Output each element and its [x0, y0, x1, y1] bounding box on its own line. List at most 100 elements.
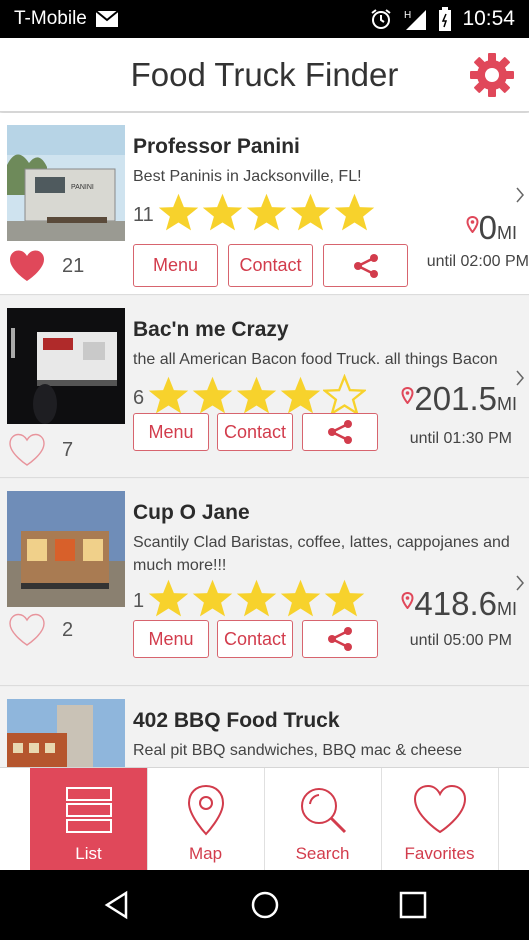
truck-name: Professor Panini	[133, 135, 300, 158]
contact-button[interactable]: Contact	[228, 244, 313, 287]
distance: 201.5MI	[401, 380, 517, 418]
truck-description: Best Paninis in Jacksonville, FL!	[133, 168, 362, 185]
tab-map[interactable]: Map	[147, 768, 265, 871]
star-empty-icon	[321, 373, 368, 417]
distance-value: 418.6	[414, 585, 497, 622]
distance-unit: MI	[497, 599, 517, 619]
distance: 418.6MI	[401, 585, 517, 623]
tab-label: Favorites	[404, 844, 475, 863]
bottom-tab-bar: List Map Search Favorites	[0, 767, 529, 871]
favorite-count: 21	[62, 254, 85, 277]
truck-card[interactable]: 402 BBQ Food Truck Real pit BBQ sandwich…	[0, 687, 529, 767]
heart-outline-icon[interactable]	[8, 433, 46, 467]
star-filled-icon	[158, 193, 198, 231]
tab-label: List	[75, 844, 102, 863]
heart-filled-icon[interactable]	[8, 249, 46, 283]
status-bar: T-Mobile H 10:54	[0, 0, 529, 38]
truck-description: Scantily Clad Baristas, coffee, lattes, …	[133, 534, 510, 574]
favorite-count: 7	[62, 438, 74, 461]
rating-count: 6	[133, 386, 145, 409]
map-pin-icon	[187, 784, 224, 836]
truck-photo	[7, 308, 125, 424]
settings-gear-icon[interactable]	[469, 52, 515, 98]
network-type-label: H	[404, 10, 411, 21]
back-icon[interactable]	[102, 890, 132, 920]
open-until: until 02:00 PM	[426, 253, 529, 270]
truck-name: Bac'n me Crazy	[133, 318, 289, 341]
chevron-right-icon[interactable]	[515, 370, 525, 386]
search-icon	[300, 788, 346, 834]
tab-favorites[interactable]: Favorites	[381, 768, 499, 871]
carrier-label: T-Mobile	[14, 8, 87, 29]
heart-outline-icon[interactable]	[8, 613, 46, 647]
distance-value: 201.5	[414, 380, 497, 417]
recents-icon[interactable]	[398, 890, 428, 920]
truck-description: Real pit BBQ sandwiches, BBQ mac & chees…	[133, 742, 463, 759]
system-nav-bar	[0, 870, 529, 940]
star-filled-icon	[280, 376, 321, 414]
star-filled-icon	[290, 193, 330, 231]
tab-label: Search	[295, 844, 350, 863]
menu-button[interactable]: Menu	[133, 620, 209, 658]
tab-search[interactable]: Search	[264, 768, 382, 871]
rating-row: 1	[133, 577, 367, 625]
menu-button[interactable]: Menu	[133, 413, 209, 451]
favorite-group: 2	[8, 613, 73, 647]
chevron-right-icon[interactable]	[515, 187, 525, 203]
svg-text:PANINI: PANINI	[71, 184, 94, 191]
contact-button[interactable]: Contact	[217, 620, 293, 658]
mail-icon	[95, 10, 119, 27]
list-icon	[65, 787, 112, 833]
open-until: until 01:30 PM	[409, 430, 512, 447]
distance-unit: MI	[497, 223, 517, 243]
app-bar: Food Truck Finder	[0, 38, 529, 112]
star-rating	[157, 191, 377, 239]
location-pin-icon	[401, 592, 414, 609]
share-button[interactable]	[323, 244, 408, 287]
app-title: Food Truck Finder	[130, 56, 399, 93]
signal-icon: H	[404, 10, 427, 30]
contact-button[interactable]: Contact	[217, 413, 293, 451]
distance: 0MI	[466, 209, 517, 247]
share-icon	[328, 420, 352, 444]
favorite-count: 2	[62, 618, 74, 641]
carrier-group: T-Mobile	[14, 8, 119, 30]
star-filled-icon	[236, 579, 277, 617]
alarm-icon	[371, 9, 392, 29]
home-icon[interactable]	[250, 890, 280, 920]
distance-value: 0	[478, 209, 497, 246]
battery-icon	[439, 7, 452, 31]
star-filled-icon	[192, 376, 233, 414]
status-icons: H 10:54	[370, 7, 515, 31]
truck-description: the all American Bacon food Truck. all t…	[133, 351, 498, 368]
truck-photo	[7, 699, 125, 767]
location-pin-icon	[401, 387, 414, 404]
truck-card[interactable]: Cup O Jane Scantily Clad Baristas, coffe…	[0, 479, 529, 686]
star-filled-icon	[280, 579, 321, 617]
star-filled-icon	[246, 193, 286, 231]
star-rating	[147, 577, 367, 625]
star-filled-icon	[148, 376, 189, 414]
share-button[interactable]	[302, 620, 378, 658]
truck-name: Cup O Jane	[133, 501, 250, 524]
star-filled-icon	[236, 376, 277, 414]
share-icon	[353, 253, 378, 278]
rating-count: 1	[133, 589, 145, 612]
star-filled-icon	[148, 579, 189, 617]
truck-list[interactable]: PANINI Professor Panini Best Paninis in …	[0, 113, 529, 767]
menu-button[interactable]: Menu	[133, 244, 218, 287]
distance-unit: MI	[497, 394, 517, 414]
star-filled-icon	[324, 579, 365, 617]
favorite-group: 7	[8, 433, 73, 467]
star-filled-icon	[192, 579, 233, 617]
share-button[interactable]	[302, 413, 378, 451]
truck-photo	[7, 491, 125, 607]
location-pin-icon	[466, 216, 479, 233]
tab-label: Map	[188, 844, 223, 863]
truck-card[interactable]: PANINI Professor Panini Best Paninis in …	[0, 113, 529, 295]
truck-card[interactable]: Bac'n me Crazy the all American Bacon fo…	[0, 296, 529, 478]
tab-list[interactable]: List	[30, 768, 148, 871]
chevron-right-icon[interactable]	[515, 575, 525, 591]
open-until: until 05:00 PM	[409, 632, 512, 649]
star-filled-icon	[334, 193, 374, 231]
